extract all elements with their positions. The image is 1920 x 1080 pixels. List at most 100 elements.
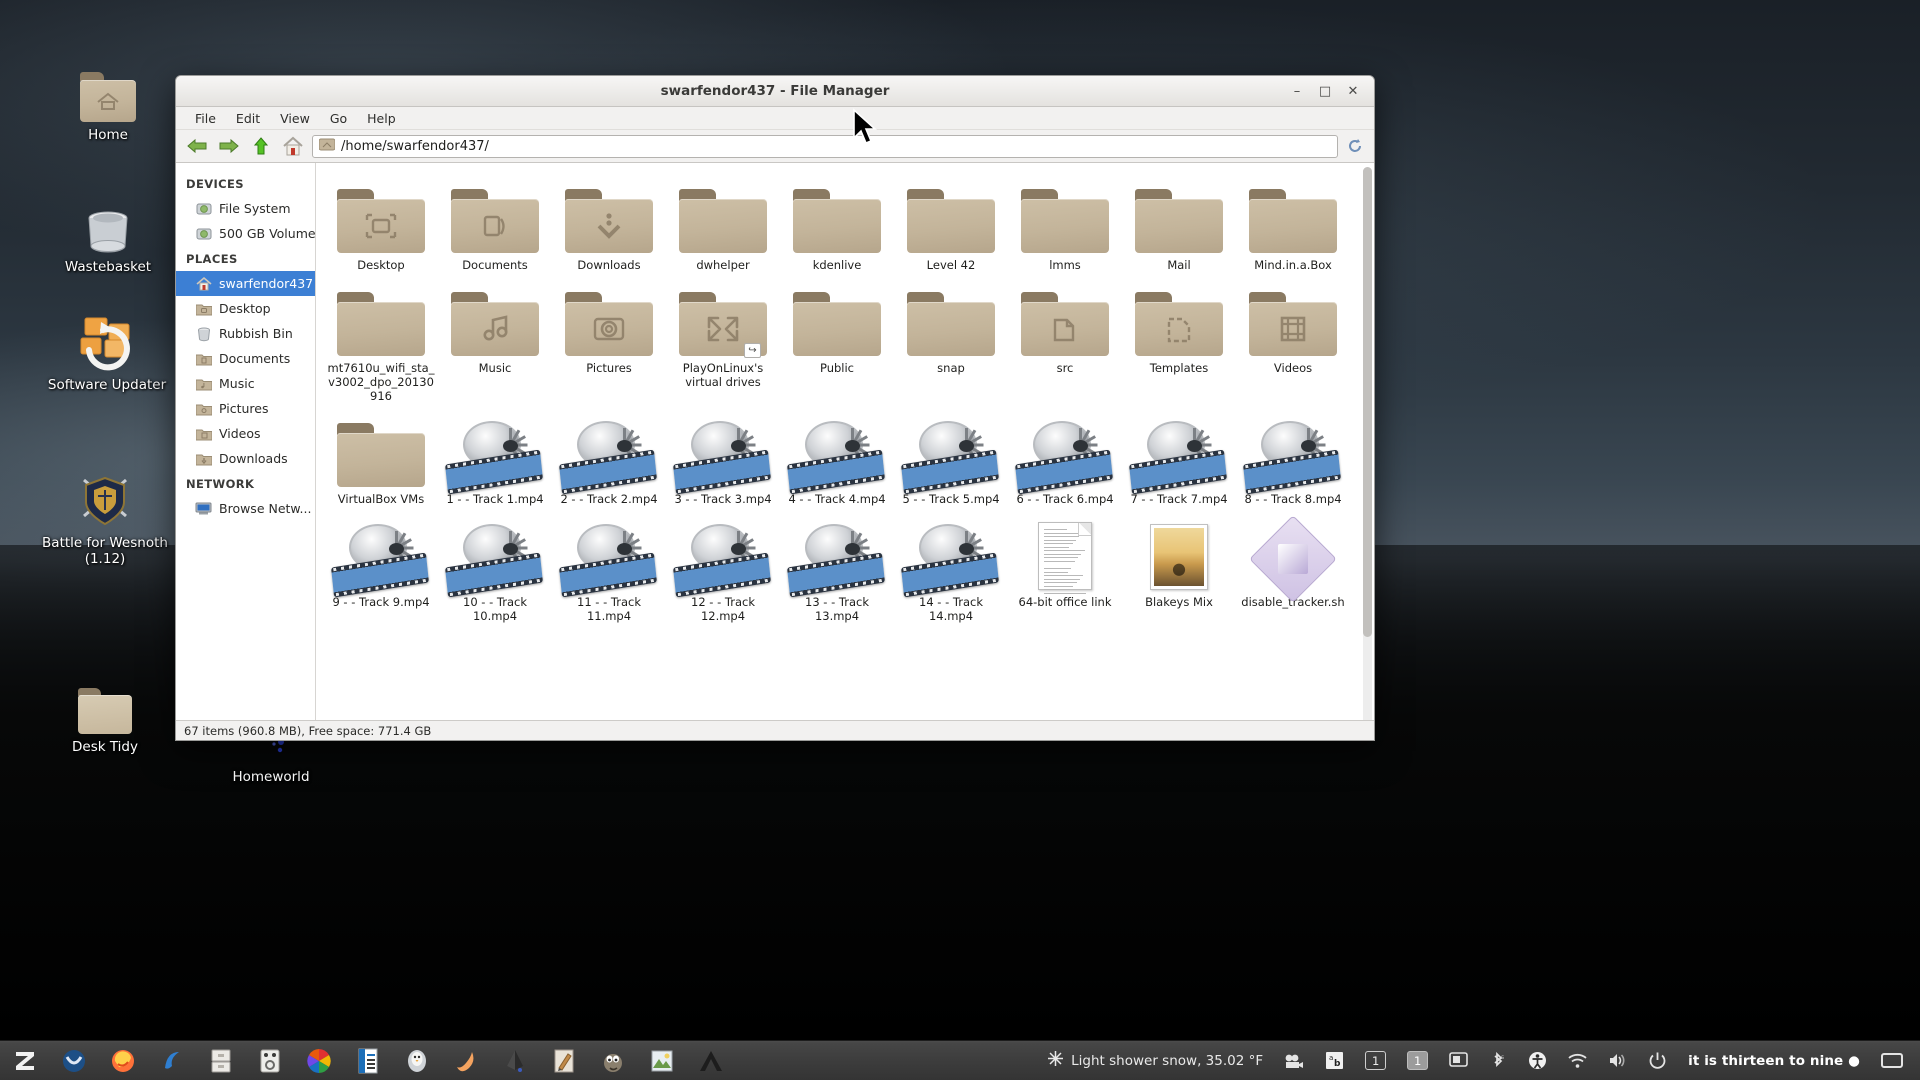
bluetooth-icon[interactable]: s: [1480, 1041, 1516, 1080]
arch-icon[interactable]: [686, 1041, 735, 1080]
back-icon[interactable]: [184, 133, 210, 159]
file-item[interactable]: ↪PlayOnLinux's virtual drives: [666, 276, 780, 407]
paint-icon[interactable]: [539, 1041, 588, 1080]
path-bar[interactable]: /home/swarfendor437/: [312, 135, 1338, 158]
sidebar-item-desktop[interactable]: Desktop: [176, 296, 315, 321]
file-item[interactable]: 1 - - Track 1.mp4: [438, 407, 552, 510]
file-item[interactable]: Blakeys Mix: [1122, 510, 1236, 627]
file-item[interactable]: Documents: [438, 173, 552, 276]
power-icon[interactable]: [1639, 1041, 1676, 1080]
file-item[interactable]: 6 - - Track 6.mp4: [1008, 407, 1122, 510]
file-item[interactable]: 64-bit office link: [1008, 510, 1122, 627]
file-item[interactable]: Mind.in.a.Box: [1236, 173, 1350, 276]
sidebar-item-browse-network[interactable]: Browse Netw...: [176, 496, 315, 521]
file-item[interactable]: Public: [780, 276, 894, 407]
sidebar-item-music[interactable]: Music: [176, 371, 315, 396]
sidebar-item-pictures[interactable]: Pictures: [176, 396, 315, 421]
file-item[interactable]: lmms: [1008, 173, 1122, 276]
workspace-1[interactable]: 1: [1365, 1051, 1386, 1070]
weather-indicator[interactable]: Light shower snow, 35.02 °F: [1038, 1041, 1272, 1080]
up-icon[interactable]: [248, 133, 274, 159]
file-item[interactable]: Music: [438, 276, 552, 407]
sidebar-item-documents[interactable]: Documents: [176, 346, 315, 371]
gimp-icon[interactable]: [588, 1041, 637, 1080]
close-button[interactable]: ✕: [1340, 80, 1366, 102]
desktop-icon-wastebasket[interactable]: Wastebasket: [38, 192, 178, 275]
file-item[interactable]: 10 - - Track 10.mp4: [438, 510, 552, 627]
show-desktop-icon[interactable]: [1872, 1041, 1912, 1080]
workspace-2[interactable]: 1: [1407, 1051, 1428, 1070]
penguin-icon[interactable]: [392, 1041, 441, 1080]
workspace-switcher[interactable]: 1: [1356, 1041, 1395, 1080]
keyboard-layout-icon[interactable]: ab: [1316, 1041, 1353, 1080]
file-item[interactable]: 13 - - Track 13.mp4: [780, 510, 894, 627]
file-item[interactable]: VirtualBox VMs: [324, 407, 438, 510]
file-item[interactable]: Mail: [1122, 173, 1236, 276]
reload-icon[interactable]: [1344, 135, 1366, 157]
menu-view[interactable]: View: [271, 109, 319, 128]
scrollbar-thumb[interactable]: [1363, 167, 1372, 637]
maximize-button[interactable]: □: [1312, 80, 1338, 102]
file-item[interactable]: disable_tracker.sh: [1236, 510, 1350, 627]
forward-icon[interactable]: [216, 133, 242, 159]
screen-recorder-icon[interactable]: [1275, 1041, 1313, 1080]
desktop-icon-home[interactable]: Home: [38, 60, 178, 143]
blue-swirl-icon[interactable]: [147, 1041, 196, 1080]
workspace-switcher-2[interactable]: 1: [1398, 1041, 1437, 1080]
vertical-scrollbar[interactable]: [1363, 167, 1372, 720]
desktop-icon-wesnoth[interactable]: Battle for Wesnoth (1.12): [30, 468, 180, 567]
file-item[interactable]: src: [1008, 276, 1122, 407]
file-item[interactable]: kdenlive: [780, 173, 894, 276]
desktop-icon-label: Homeworld: [196, 769, 346, 785]
vivaldi-icon[interactable]: [49, 1041, 98, 1080]
file-item[interactable]: 8 - - Track 8.mp4: [1236, 407, 1350, 510]
image-viewer-icon[interactable]: [637, 1041, 686, 1080]
file-item[interactable]: 9 - - Track 9.mp4: [324, 510, 438, 627]
menu-file[interactable]: File: [186, 109, 225, 128]
file-item[interactable]: 12 - - Track 12.mp4: [666, 510, 780, 627]
file-item[interactable]: 14 - - Track 14.mp4: [894, 510, 1008, 627]
menu-go[interactable]: Go: [321, 109, 356, 128]
sidebar-item-downloads[interactable]: Downloads: [176, 446, 315, 471]
sidebar-item-rubbish-bin[interactable]: Rubbish Bin: [176, 321, 315, 346]
file-manager-icon[interactable]: [196, 1041, 245, 1080]
file-item[interactable]: Level 42: [894, 173, 1008, 276]
file-item[interactable]: dwhelper: [666, 173, 780, 276]
desktop-icon-desk-tidy[interactable]: Desk Tidy: [30, 672, 180, 755]
home-icon[interactable]: [280, 133, 306, 159]
sidebar-item-500gb-volume[interactable]: 500 GB Volume: [176, 221, 315, 246]
file-item[interactable]: Videos: [1236, 276, 1350, 407]
file-item[interactable]: Downloads: [552, 173, 666, 276]
file-item[interactable]: Pictures: [552, 276, 666, 407]
sidebar-item-swarfendor437[interactable]: swarfendor437: [176, 271, 315, 296]
file-item[interactable]: 11 - - Track 11.mp4: [552, 510, 666, 627]
file-item[interactable]: 2 - - Track 2.mp4: [552, 407, 666, 510]
accessibility-icon[interactable]: [1519, 1041, 1556, 1080]
text-editor-icon[interactable]: [343, 1041, 392, 1080]
minimize-button[interactable]: –: [1284, 80, 1310, 102]
menu-edit[interactable]: Edit: [227, 109, 269, 128]
zotero-icon[interactable]: [0, 1041, 49, 1080]
clock[interactable]: it is thirteen to nine ●: [1679, 1041, 1869, 1080]
volume-icon[interactable]: [1599, 1041, 1636, 1080]
file-item[interactable]: Templates: [1122, 276, 1236, 407]
menu-help[interactable]: Help: [358, 109, 405, 128]
window-titlebar[interactable]: swarfendor437 - File Manager – □ ✕: [176, 76, 1374, 107]
mango-icon[interactable]: [441, 1041, 490, 1080]
sidebar-item-videos[interactable]: Videos: [176, 421, 315, 446]
file-item[interactable]: mt7610u_wifi_sta_v3002_dpo_20130916: [324, 276, 438, 407]
file-item[interactable]: Desktop: [324, 173, 438, 276]
file-item[interactable]: 3 - - Track 3.mp4: [666, 407, 780, 510]
display-icon[interactable]: [1440, 1041, 1477, 1080]
file-item[interactable]: snap: [894, 276, 1008, 407]
inkscape-icon[interactable]: [490, 1041, 539, 1080]
audio-plugin-icon[interactable]: [245, 1041, 294, 1080]
file-item[interactable]: 7 - - Track 7.mp4: [1122, 407, 1236, 510]
color-wheel-icon[interactable]: [294, 1041, 343, 1080]
desktop-icon-software-updater[interactable]: Software Updater: [22, 310, 192, 393]
sidebar-item-file-system[interactable]: File System: [176, 196, 315, 221]
firefox-icon[interactable]: [98, 1041, 147, 1080]
file-item[interactable]: 5 - - Track 5.mp4: [894, 407, 1008, 510]
file-item[interactable]: 4 - - Track 4.mp4: [780, 407, 894, 510]
wifi-icon[interactable]: [1559, 1041, 1596, 1080]
